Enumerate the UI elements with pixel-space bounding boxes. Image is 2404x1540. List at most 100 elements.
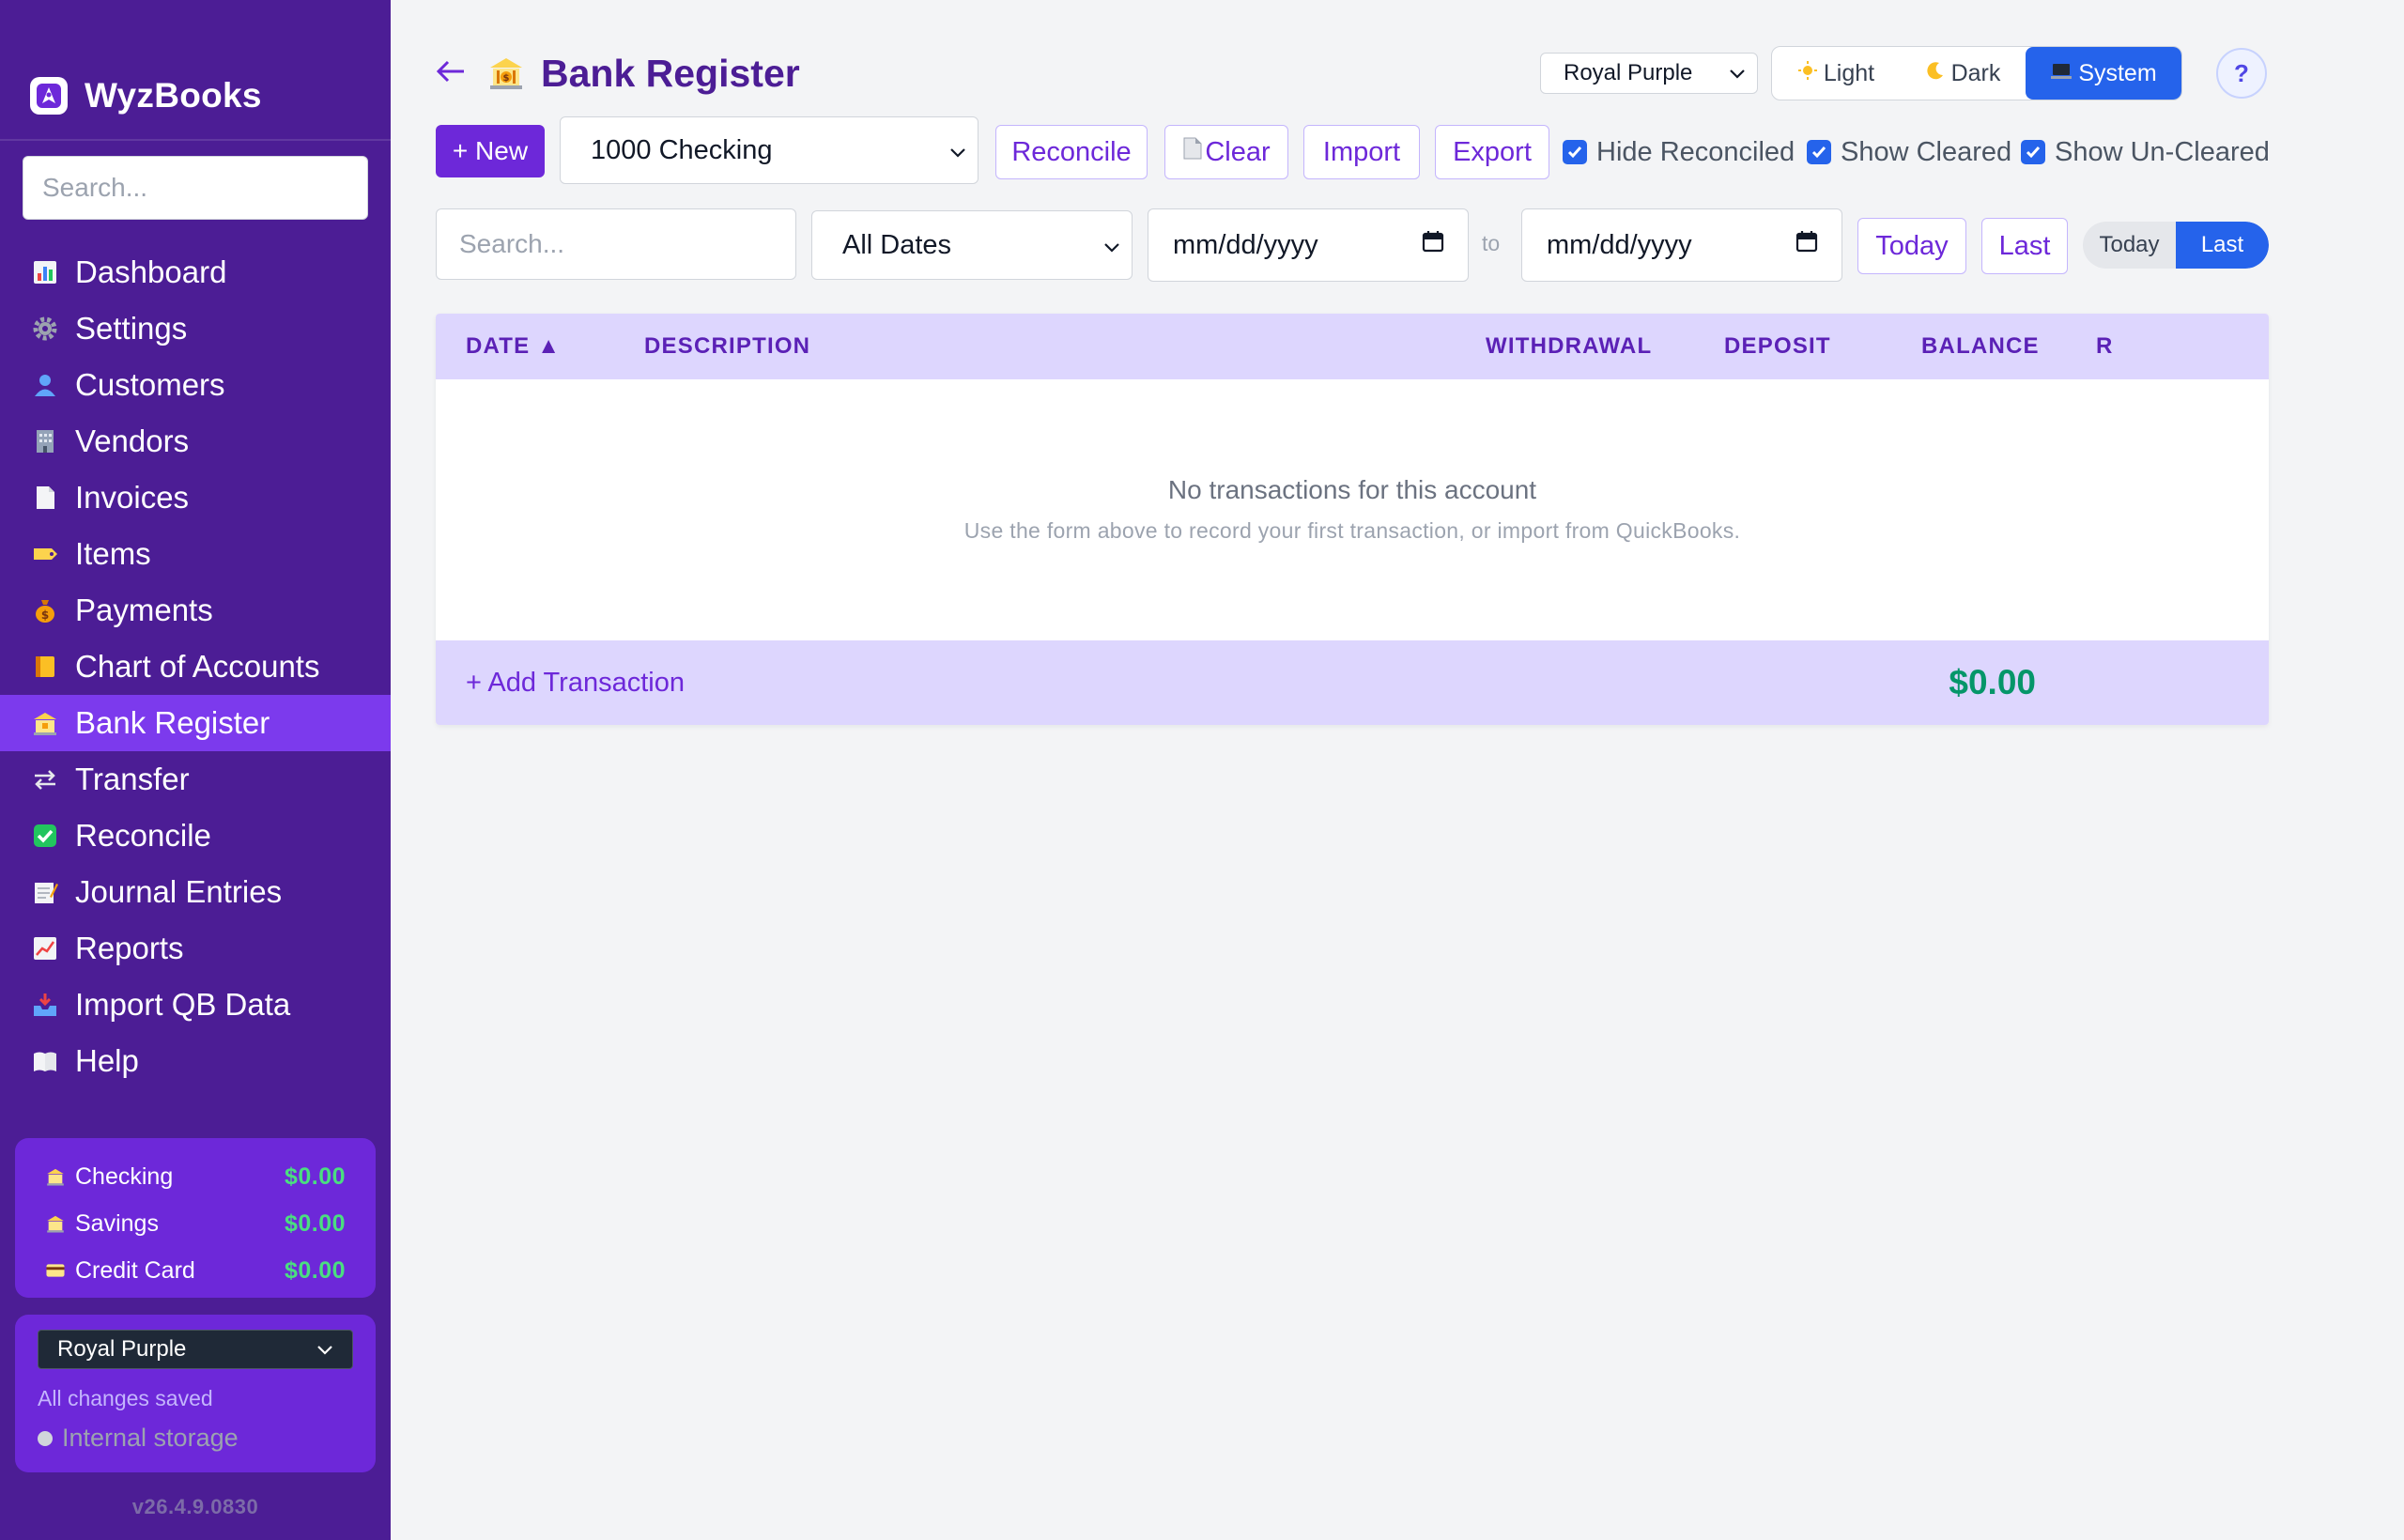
sidebar-item-help[interactable]: Help [0, 1033, 391, 1089]
empty-state-title: No transactions for this account [1167, 475, 1537, 504]
theme-select-value: Royal Purple [1564, 60, 1693, 85]
sidebar-item-bank-register[interactable]: Bank Register [0, 695, 391, 751]
storage-indicator: Internal storage [38, 1424, 239, 1453]
export-button[interactable]: Export [1435, 125, 1549, 179]
storage-label: Internal storage [62, 1424, 239, 1452]
clear-button[interactable]: Clear [1164, 125, 1288, 179]
calendar-icon[interactable] [1421, 229, 1445, 261]
sidebar-item-vendors[interactable]: Vendors [0, 413, 391, 470]
laptop-icon [2050, 60, 2073, 87]
help-button[interactable]: ? [2216, 48, 2267, 99]
sidebar-item-reconcile[interactable]: Reconcile [0, 808, 391, 864]
balance-row-savings[interactable]: Savings $0.00 [43, 1200, 346, 1247]
sidebar-item-transfer[interactable]: Transfer [0, 751, 391, 808]
sidebar-item-payments[interactable]: $ Payments [0, 582, 391, 639]
transfer-arrows-icon [30, 764, 60, 794]
brand-name: WyzBooks [85, 76, 262, 115]
moon-icon [1925, 60, 1946, 87]
account-select[interactable]: 1000 Checking [560, 116, 979, 184]
column-deposit-header[interactable]: DEPOSIT [1724, 314, 1831, 379]
import-button[interactable]: Import [1303, 125, 1420, 179]
calendar-icon[interactable] [1795, 229, 1819, 261]
new-transaction-button[interactable]: + New [436, 125, 545, 177]
add-transaction-link[interactable]: + Add Transaction [466, 640, 685, 725]
column-withdrawal-header[interactable]: WITHDRAWAL [1486, 314, 1652, 379]
mode-light-button[interactable]: Light [1772, 47, 1900, 100]
svg-text:$: $ [503, 73, 510, 84]
sidebar-theme-value: Royal Purple [57, 1336, 187, 1362]
register-search-input[interactable] [436, 208, 796, 280]
table-footer: + Add Transaction $0.00 [436, 640, 2269, 725]
sidebar-item-label: Chart of Accounts [75, 649, 320, 684]
brand[interactable]: WyzBooks [30, 71, 262, 120]
page-icon [1182, 136, 1203, 168]
mode-label: System [2078, 59, 2157, 86]
sidebar-item-label: Settings [75, 311, 188, 346]
sidebar-item-journal-entries[interactable]: Journal Entries [0, 864, 391, 920]
empty-state-subtitle: Use the form above to record your first … [963, 518, 1741, 543]
column-date-header[interactable]: DATE ▲ [466, 314, 561, 379]
sidebar-item-import-qb-data[interactable]: Import QB Data [0, 977, 391, 1033]
chevron-down-icon [1103, 230, 1120, 261]
show-cleared-checkbox[interactable]: Show Cleared [1807, 134, 2011, 170]
balance-row-checking[interactable]: Checking $0.00 [43, 1153, 346, 1200]
today-button[interactable]: Today [1857, 218, 1966, 274]
balance-label: Checking [75, 1163, 174, 1190]
ledger-icon [30, 652, 60, 682]
sidebar-item-reports[interactable]: Reports [0, 920, 391, 977]
sidebar-item-dashboard[interactable]: Dashboard [0, 244, 391, 300]
toggle-last[interactable]: Last [2176, 222, 2269, 269]
date-range-select[interactable]: All Dates [811, 210, 1133, 280]
credit-card-icon [43, 1260, 68, 1281]
reconcile-button[interactable]: Reconcile [995, 125, 1148, 179]
last-button[interactable]: Last [1981, 218, 2068, 274]
checkbox-checked-icon [1807, 140, 1831, 164]
sidebar-item-label: Bank Register [75, 705, 270, 740]
to-date-placeholder: mm/dd/yyyy [1547, 229, 1692, 260]
balance-row-credit-card[interactable]: Credit Card $0.00 [43, 1247, 346, 1294]
clear-label: Clear [1205, 136, 1271, 167]
date-range-value: All Dates [842, 229, 952, 260]
document-icon [30, 483, 60, 513]
checkbox-label: Show Un-Cleared [2055, 136, 2270, 167]
column-description-header[interactable]: DESCRIPTION [644, 314, 810, 379]
toggle-today[interactable]: Today [2083, 222, 2176, 269]
hide-reconciled-checkbox[interactable]: Hide Reconciled [1563, 134, 1795, 170]
sidebar-theme-select[interactable]: Royal Purple [38, 1330, 353, 1369]
gear-icon [30, 314, 60, 344]
theme-select[interactable]: Royal Purple [1540, 53, 1758, 94]
sidebar-item-invoices[interactable]: Invoices [0, 470, 391, 526]
to-date-input[interactable]: mm/dd/yyyy [1521, 208, 1842, 282]
sidebar-item-label: Journal Entries [75, 874, 283, 909]
trend-chart-icon [30, 933, 60, 963]
mode-system-button[interactable]: System [2026, 47, 2181, 100]
sun-icon [1797, 60, 1818, 87]
chevron-down-icon [316, 1336, 333, 1363]
balance-value: $0.00 [284, 1163, 346, 1190]
from-date-placeholder: mm/dd/yyyy [1173, 229, 1318, 260]
person-icon [30, 370, 60, 400]
sidebar-item-settings[interactable]: Settings [0, 300, 391, 357]
bank-icon [43, 1166, 68, 1187]
theme-panel: Royal Purple All changes saved Internal … [15, 1315, 376, 1472]
sidebar-item-customers[interactable]: Customers [0, 357, 391, 413]
mode-label: Light [1823, 59, 1875, 86]
sidebar-item-items[interactable]: Items [0, 526, 391, 582]
show-uncleared-checkbox[interactable]: Show Un-Cleared [2021, 134, 2270, 170]
wyzbooks-logo-icon [30, 77, 68, 115]
from-date-input[interactable]: mm/dd/yyyy [1148, 208, 1469, 282]
back-arrow-icon[interactable] [436, 54, 466, 93]
column-balance-header[interactable]: BALANCE [1921, 314, 2040, 379]
inbox-tray-icon [30, 990, 60, 1020]
sidebar-item-label: Import QB Data [75, 987, 291, 1022]
sidebar-item-label: Invoices [75, 480, 190, 515]
sidebar-item-label: Reports [75, 931, 184, 965]
svg-text:$: $ [41, 608, 49, 622]
column-reconciled-header[interactable]: R [2096, 314, 2114, 379]
mode-dark-button[interactable]: Dark [1900, 47, 2026, 100]
sidebar-item-chart-of-accounts[interactable]: Chart of Accounts [0, 639, 391, 695]
app-version: v26.4.9.0830 [131, 1495, 259, 1518]
sidebar-search-input[interactable] [23, 156, 368, 220]
balance-value: $0.00 [284, 1256, 346, 1284]
page-title: Bank Register [541, 51, 800, 95]
